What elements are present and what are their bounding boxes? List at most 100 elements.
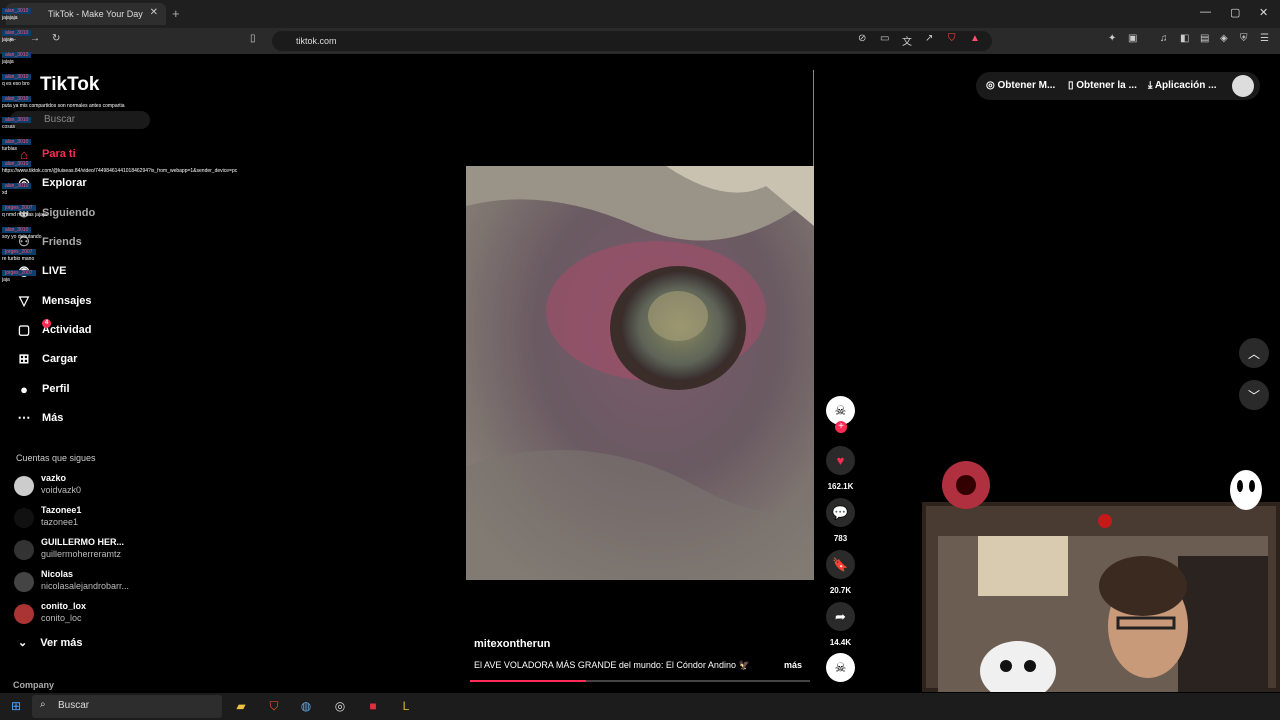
chat-message: alan_3010 q es eso bro: [2, 74, 32, 87]
video-author[interactable]: mitexontherun: [474, 638, 550, 650]
save-button[interactable]: 🔖: [826, 550, 855, 579]
get-coins-label: Obtener M...: [997, 80, 1056, 91]
app-icon[interactable]: ■: [365, 698, 381, 714]
follow-plus-icon[interactable]: +: [835, 421, 847, 433]
menu-icon[interactable]: ☰: [1260, 33, 1269, 44]
chat-user: alan_3010: [2, 161, 32, 167]
more-icon: ⋯: [17, 410, 31, 425]
chat-message: jorges_2007 q nmd mamas jajaja: [2, 205, 47, 218]
upload-icon: ⊞: [18, 351, 30, 366]
condor-eye-image: [466, 166, 814, 580]
send-icon: ▽: [19, 293, 29, 308]
wallet-icon[interactable]: ▤: [1200, 33, 1209, 44]
avatar: [14, 508, 34, 528]
share-arrow-icon: ➦: [835, 608, 846, 624]
avatar: ●: [20, 381, 28, 397]
taskbar-search[interactable]: ⌕ Buscar: [32, 695, 222, 718]
chat-user: alan_3010: [2, 30, 32, 36]
brave-browser-icon[interactable]: ⛉: [266, 698, 282, 714]
comment-icon: 💬: [832, 504, 849, 520]
extensions-icon[interactable]: ✦: [1108, 33, 1116, 44]
previous-video-button[interactable]: ︿: [1239, 338, 1269, 368]
activity-icon: ▢: [17, 322, 31, 337]
translate-icon[interactable]: 文: [902, 33, 912, 48]
video-progress-bar[interactable]: [470, 680, 810, 682]
avatar: [14, 572, 34, 592]
search-icon: ⌕: [40, 699, 46, 710]
chat-user: alan_3010: [2, 183, 32, 189]
vpn-icon[interactable]: ◈: [1220, 33, 1228, 44]
sidebar-toggle-icon[interactable]: ◧: [1180, 33, 1189, 44]
mute-site-icon[interactable]: ⊘: [858, 33, 866, 44]
file-explorer-icon[interactable]: ▰: [233, 698, 249, 714]
demogorgon-sticker: [942, 461, 990, 509]
account-handle: conito_loc: [41, 613, 82, 623]
next-video-button[interactable]: ﹀: [1239, 380, 1269, 410]
more-caption-button[interactable]: más: [784, 660, 802, 670]
chat-message: alan_3010 puta ya mis compartidos son nor…: [2, 96, 125, 109]
stream-chat-overlay: alan_3010 jajajaja alan_3010 jajaja alan_3…: [0, 0, 285, 290]
screenshot-icon[interactable]: ▣: [1128, 33, 1137, 44]
chat-message: alan_3010 jajaja: [2, 30, 32, 43]
window-close-icon[interactable]: ✕: [1259, 6, 1268, 19]
like-button[interactable]: ♥: [826, 446, 855, 475]
company-link[interactable]: Company: [13, 680, 54, 690]
see-more-button[interactable]: ⌄ Ver más: [18, 636, 82, 649]
nav-messages[interactable]: ▽ Mensajes: [14, 290, 92, 312]
avatar: [14, 604, 34, 624]
chat-text: jajaja: [2, 37, 14, 43]
chat-user: alan_3010: [2, 139, 32, 145]
url-text: tiktok.com: [296, 36, 337, 46]
desktop-app-button[interactable]: ⤓ Aplicación ...: [1148, 80, 1217, 91]
chat-message: alan_3010 cosas: [2, 117, 32, 130]
steam-icon[interactable]: ◍: [298, 698, 314, 714]
desktop-app-label: Aplicación ...: [1154, 80, 1217, 91]
share-button[interactable]: ➦: [826, 602, 855, 631]
chat-user: alan_3010: [2, 117, 32, 123]
video-player[interactable]: [466, 166, 814, 580]
chat-text: soy yo debutando: [2, 234, 42, 240]
shield-icon[interactable]: ⛨: [1240, 33, 1248, 44]
brave-rewards-icon[interactable]: ▲: [970, 33, 980, 44]
streamer-image: [938, 536, 1268, 692]
share-icon[interactable]: ↗: [925, 33, 933, 44]
obs-icon[interactable]: ◎: [332, 698, 348, 714]
chevron-up-icon: ︿: [1247, 346, 1260, 361]
record-light-icon: [1098, 514, 1112, 528]
nav-label: Cargar: [42, 353, 78, 365]
get-coins-button[interactable]: ◎ Obtener M...: [986, 80, 1055, 91]
account-handle: tazonee1: [41, 517, 79, 527]
chat-message: alan_3010 turbias: [2, 139, 32, 152]
minimize-icon[interactable]: —: [1200, 6, 1211, 18]
maximize-icon[interactable]: ▢: [1230, 6, 1240, 19]
cast-icon[interactable]: ▭: [880, 33, 889, 44]
like-count: 162.1K: [827, 482, 854, 491]
avatar: [14, 476, 34, 496]
avatar[interactable]: [1232, 75, 1254, 97]
following-section-title: Cuentas que sigues: [16, 453, 96, 463]
comment-button[interactable]: 💬: [826, 498, 855, 527]
chat-text: jaja: [2, 277, 10, 283]
get-app-button[interactable]: ▯ Obtener la ...: [1068, 80, 1137, 91]
share-count: 14.4K: [829, 638, 852, 647]
chat-message: alan_3010 xd: [2, 183, 32, 196]
account-handle: voidvazk0: [41, 485, 82, 495]
brave-shield-icon[interactable]: ⛉: [948, 33, 956, 44]
chat-user: jorges_2007: [2, 205, 36, 211]
windows-start-icon[interactable]: ⊞: [8, 698, 24, 714]
nav-upload[interactable]: ⊞ Cargar: [14, 348, 78, 370]
chat-text: xd: [2, 190, 8, 196]
chat-message: jorges_2007 jaja: [2, 270, 36, 283]
comment-count: 783: [833, 534, 848, 543]
nav-more[interactable]: ⋯ Más: [14, 407, 64, 429]
chat-user: alan_3010: [2, 52, 32, 58]
league-icon[interactable]: L: [398, 698, 414, 714]
chat-user: alan_3010: [2, 227, 32, 233]
nav-profile[interactable]: ● Perfil: [14, 378, 69, 400]
music-disc[interactable]: ☠: [826, 653, 855, 682]
nav-activity[interactable]: ▢ 4 Actividad: [14, 319, 92, 341]
media-icon[interactable]: ♫: [1160, 33, 1168, 44]
chat-message: alan_3010 jajajaja: [2, 8, 32, 21]
chat-text: q es eso bro: [2, 81, 30, 87]
chat-user: alan_3010: [2, 8, 32, 14]
